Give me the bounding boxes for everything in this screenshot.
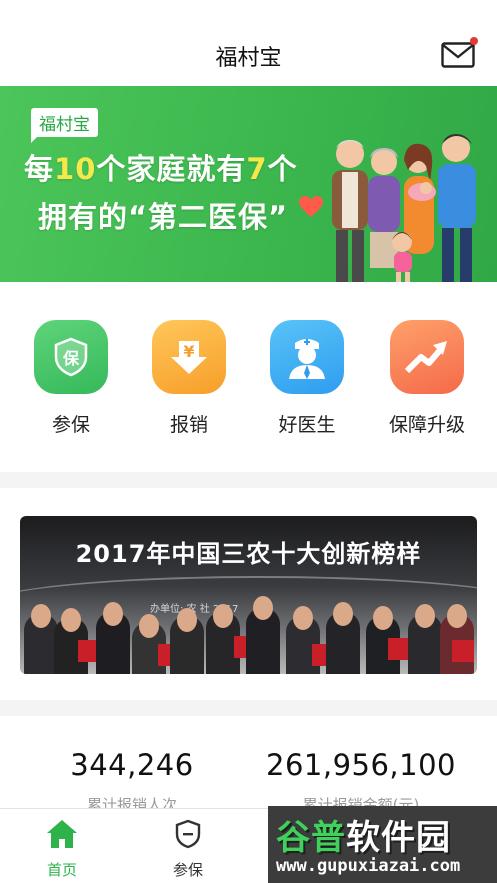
action-label: 保障升级	[388, 414, 465, 436]
heart-icon	[299, 196, 323, 217]
banner-headline-line1: 每10个家庭就有7个	[24, 152, 298, 186]
yuan-arrow-icon: ¥	[152, 320, 226, 394]
doctor-icon	[270, 320, 344, 394]
upgrade-arrow-icon	[390, 320, 464, 394]
brand-tag: 福村宝	[31, 108, 98, 143]
yuan-glyph: ¥	[183, 342, 195, 361]
award-photo-banner[interactable]: 2017年中国三农十大创新榜样 办单位: 农 社 2017	[20, 516, 477, 674]
action-reimburse[interactable]: ¥ 报销	[141, 320, 237, 437]
notification-badge	[470, 37, 478, 45]
tab-label: 首页	[46, 861, 77, 879]
page-title: 福村宝	[215, 46, 282, 71]
stat-value: 261,956,100	[266, 748, 456, 782]
app-screen: 福村宝 福村宝 每10个家庭就有7个 拥有的“第二医保” 保 参保 ¥ 报销 好…	[0, 0, 497, 883]
messages-button[interactable]	[441, 37, 478, 68]
quick-actions: 保 参保 ¥ 报销 好医生 保障升级	[0, 282, 497, 472]
action-label: 参保	[51, 414, 90, 436]
action-good-doctor[interactable]: 好医生	[259, 320, 355, 437]
action-insure[interactable]: 保 参保	[23, 320, 119, 437]
watermark-logo: 谷普软件园 www.gupuxiazai.com	[268, 806, 497, 883]
promo-banner[interactable]: 福村宝 每10个家庭就有7个 拥有的“第二医保”	[0, 86, 497, 282]
action-label: 报销	[169, 414, 208, 436]
stat-reimbursement-amount: 261,956,100 累计报销金额(元)	[256, 748, 466, 815]
news-banner-section: 2017年中国三农十大创新榜样 办单位: 农 社 2017	[0, 488, 497, 700]
shield-glyph: 保	[62, 349, 79, 368]
stat-reimbursement-count: 344,246 累计报销人次	[52, 748, 212, 815]
tab-insure[interactable]: 参保	[148, 819, 228, 880]
top-navigation-bar: 福村宝	[0, 0, 497, 86]
shield-icon: 保	[34, 320, 108, 394]
envelope-icon	[441, 42, 475, 68]
shield-tab-icon	[175, 819, 201, 849]
action-upgrade-coverage[interactable]: 保障升级	[377, 320, 477, 437]
tab-label: 参保	[172, 861, 203, 879]
home-icon	[47, 820, 77, 848]
banner-headline-line2: 拥有的“第二医保”	[38, 200, 289, 234]
family-illustration	[332, 134, 476, 282]
watermark-url: www.gupuxiazai.com	[276, 856, 461, 876]
photo-banner-title: 2017年中国三农十大创新榜样	[75, 540, 422, 568]
stat-value: 344,246	[70, 748, 194, 782]
tab-home[interactable]: 首页	[22, 819, 102, 880]
action-label: 好医生	[278, 414, 336, 436]
